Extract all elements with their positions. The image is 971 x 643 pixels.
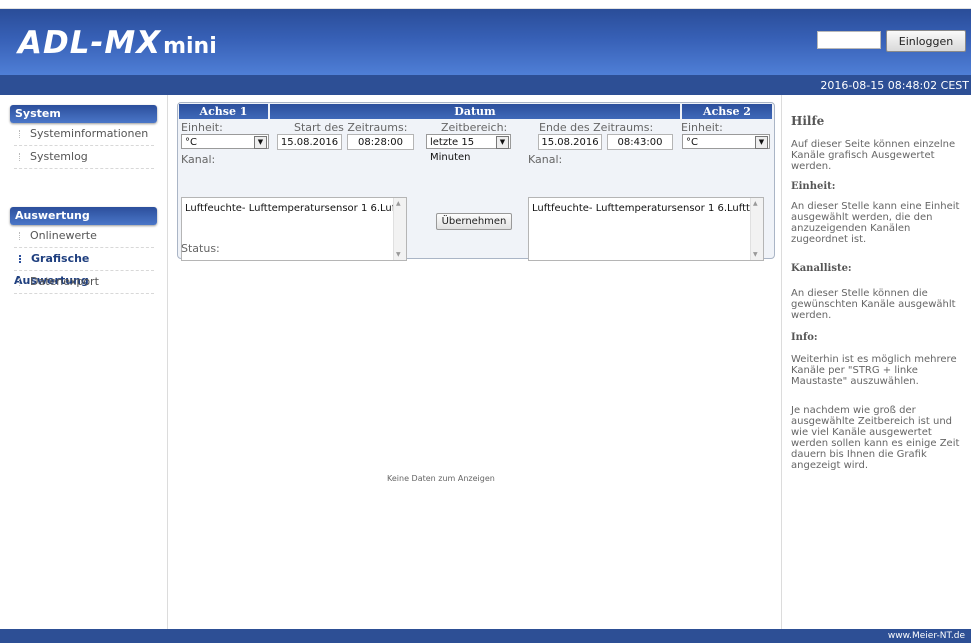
sidebar: System Systeminformationen Systemlog Aus… bbox=[0, 95, 168, 629]
list-item[interactable]: Luftfeuchte- Lufttemperatursensor 1 6.Lu… bbox=[532, 203, 763, 214]
start-time-field[interactable]: 08:28:00 bbox=[347, 134, 414, 150]
help-info-text1: Weiterhin ist es möglich mehrere Kanäle … bbox=[791, 354, 957, 387]
sidebar-item-onlinewerte[interactable]: Onlinewerte bbox=[14, 225, 154, 248]
top-strip bbox=[0, 0, 971, 9]
sidebar-section-system: System bbox=[10, 105, 157, 123]
start-date-field[interactable]: 15.08.2016 bbox=[277, 134, 342, 150]
scrollbar[interactable]: ▲ ▼ bbox=[750, 198, 763, 260]
login-input[interactable] bbox=[817, 31, 881, 49]
help-info-text2: Je nachdem wie groß der ausgewählte Zeit… bbox=[791, 405, 960, 471]
sidebar-section-auswertung: Auswertung bbox=[10, 207, 157, 225]
unit1-value: °C bbox=[185, 137, 197, 148]
help-channels-title: Kanalliste: bbox=[791, 263, 852, 274]
help-title: Hilfe bbox=[791, 114, 825, 128]
unit1-label: Einheit: bbox=[181, 121, 223, 134]
scrollbar[interactable]: ▲ ▼ bbox=[393, 198, 406, 260]
sidebar-item-label: Onlinewerte bbox=[30, 229, 97, 242]
help-panel: Hilfe Auf dieser Seite können einzelne K… bbox=[781, 95, 971, 629]
filter-panel: Achse 1 Datum Achse 2 Einheit: Start des… bbox=[177, 102, 775, 261]
end-label: Ende des Zeitraums: bbox=[539, 121, 654, 134]
range-label: Zeitbereich: bbox=[441, 121, 508, 134]
chevron-down-icon: ▼ bbox=[755, 136, 768, 149]
unit2-label: Einheit: bbox=[681, 121, 723, 134]
header: ADL-MXmini Einloggen bbox=[0, 9, 971, 75]
sidebar-item-label: Systemlog bbox=[30, 150, 88, 163]
help-unit-title: Einheit: bbox=[791, 181, 836, 192]
chevron-down-icon: ▼ bbox=[496, 136, 509, 149]
sidebar-item-systemlog[interactable]: Systemlog bbox=[14, 146, 154, 169]
help-unit-text: An dieser Stelle kann eine Einheit ausge… bbox=[791, 201, 960, 245]
footer-link[interactable]: www.Meier-NT.de bbox=[888, 631, 965, 641]
chevron-up-icon: ▲ bbox=[753, 200, 758, 207]
chevron-up-icon: ▲ bbox=[396, 200, 401, 207]
chevron-down-icon: ▼ bbox=[254, 136, 267, 149]
axis1-header: Achse 1 bbox=[179, 104, 268, 119]
end-time-field[interactable]: 08:43:00 bbox=[607, 134, 673, 150]
chevron-down-icon: ▼ bbox=[396, 251, 401, 258]
chevron-down-icon: ▼ bbox=[753, 251, 758, 258]
unit1-select[interactable]: °C ▼ bbox=[181, 134, 269, 149]
sidebar-item-datenexport[interactable]: Datenexport bbox=[14, 271, 154, 294]
range-value: letzte 15 Minuten bbox=[430, 137, 475, 163]
logo-main: ADL-MX bbox=[18, 25, 162, 61]
range-select[interactable]: letzte 15 Minuten ▼ bbox=[426, 134, 511, 163]
current-datetime: 2016-08-15 08:48:02 CEST bbox=[820, 79, 969, 92]
help-intro: Auf dieser Seite können einzelne Kanäle … bbox=[791, 139, 956, 172]
help-info-title: Info: bbox=[791, 332, 818, 343]
login-button[interactable]: Einloggen bbox=[886, 30, 966, 52]
logo-sub: mini bbox=[163, 34, 217, 59]
bullet-icon bbox=[19, 255, 23, 263]
help-channels-text: An dieser Stelle können die gewünschten … bbox=[791, 288, 956, 321]
axis2-header: Achse 2 bbox=[682, 104, 772, 119]
bullet-icon bbox=[19, 130, 22, 138]
channel2-label: Kanal: bbox=[528, 153, 563, 166]
bullet-icon bbox=[19, 278, 22, 286]
end-date-field[interactable]: 15.08.2016 bbox=[538, 134, 602, 150]
sidebar-item-label: Systeminformationen bbox=[30, 127, 149, 140]
bullet-icon bbox=[19, 153, 22, 161]
unit2-value: °C bbox=[686, 137, 698, 148]
date-header: Datum bbox=[270, 104, 680, 119]
footer: www.Meier-NT.de bbox=[0, 629, 971, 643]
sidebar-item-systeminformationen[interactable]: Systeminformationen bbox=[14, 123, 154, 146]
bullet-icon bbox=[19, 232, 22, 240]
channel1-label: Kanal: bbox=[181, 153, 216, 166]
status-label: Status: bbox=[181, 242, 220, 255]
no-data-message: Keine Daten zum Anzeigen bbox=[387, 474, 495, 483]
list-item[interactable]: Luftfeuchte- Lufttemperatursensor 1 6.Lu… bbox=[185, 203, 406, 214]
start-label: Start des Zeitraums: bbox=[294, 121, 408, 134]
logo: ADL-MXmini bbox=[18, 25, 217, 61]
sidebar-item-grafische-auswertung[interactable]: Grafische Auswertung bbox=[14, 248, 154, 287]
unit2-select[interactable]: °C ▼ bbox=[682, 134, 770, 149]
sidebar-item-label: Datenexport bbox=[30, 275, 99, 288]
apply-button[interactable]: Übernehmen bbox=[436, 213, 512, 230]
channel2-list[interactable]: Luftfeuchte- Lufttemperatursensor 1 6.Lu… bbox=[528, 197, 764, 261]
